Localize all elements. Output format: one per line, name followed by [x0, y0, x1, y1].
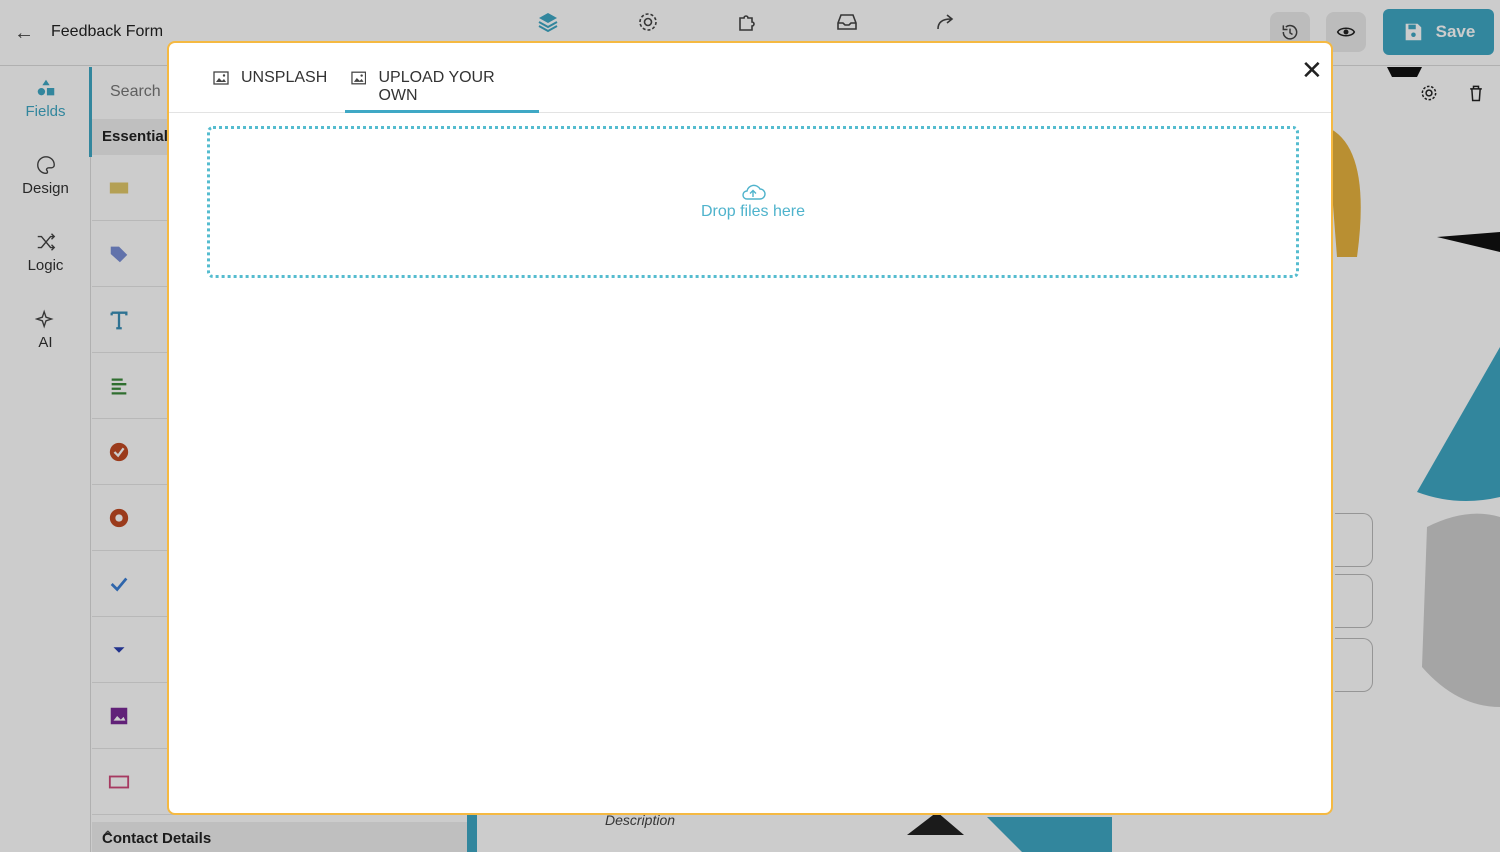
- image-icon: [351, 71, 367, 85]
- file-dropzone[interactable]: Drop files here: [207, 126, 1299, 278]
- tab-label: UPLOAD YOUR OWN: [378, 69, 495, 104]
- tab-label: UNSPLASH: [241, 69, 328, 86]
- modal-tabs: UNSPLASH UPLOAD YOUR OWN: [169, 43, 1331, 113]
- tab-unsplash[interactable]: UNSPLASH: [207, 69, 333, 113]
- tab-upload-your-own[interactable]: UPLOAD YOUR OWN: [345, 69, 539, 113]
- dropzone-text: Drop files here: [700, 203, 806, 220]
- cloud-upload-icon: [742, 184, 766, 200]
- image-picker-modal: UNSPLASH UPLOAD YOUR OWN ✕ Drop files he…: [167, 41, 1333, 815]
- image-icon: [213, 71, 229, 85]
- close-icon[interactable]: ✕: [1301, 57, 1323, 83]
